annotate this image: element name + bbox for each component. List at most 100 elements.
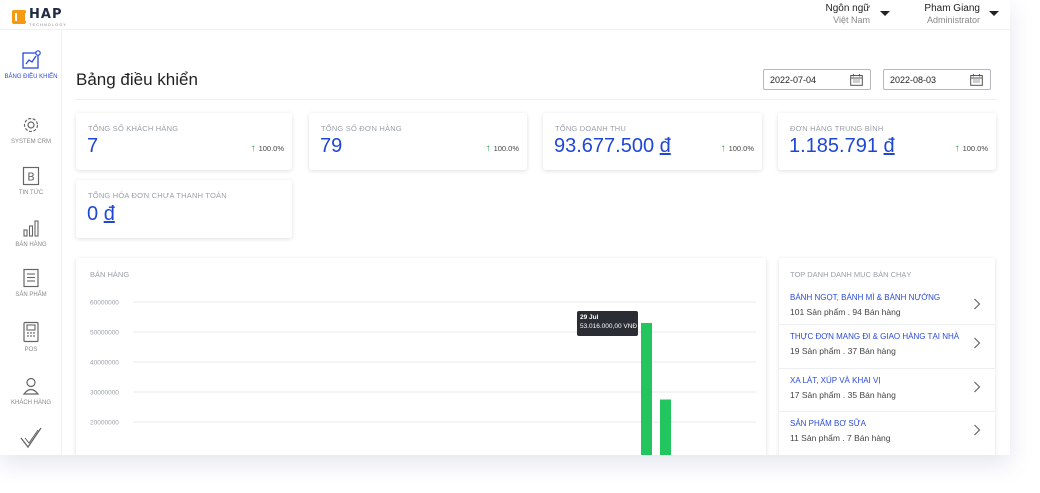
- tooltip-date: 29 Jul: [580, 314, 599, 321]
- sidebar-item-pos[interactable]: POS: [0, 321, 62, 354]
- category-name: BÁNH NGỌT, BÁNH MÌ & BÁNH NƯỚNG: [790, 293, 941, 302]
- stat-label: TỔNG SỐ KHÁCH HÀNG: [88, 124, 179, 133]
- stat-value: 79: [320, 135, 343, 157]
- gear-icon: [23, 117, 39, 133]
- y-tick-label: 60000000: [90, 300, 119, 307]
- top-categories-title: TOP DANH DANH MỤC BÁN CHẠY: [790, 270, 912, 279]
- category-name: THỰC ĐƠN MANG ĐI & GIAO HÀNG TẠI NHÀ: [790, 332, 960, 341]
- stat-trend: ↑ 100.0%: [720, 143, 754, 154]
- chart-bar[interactable]: [660, 399, 671, 456]
- arrow-up-icon: ↑: [720, 143, 726, 154]
- logo[interactable]: HAP TECHNOLOGY: [12, 6, 67, 27]
- chevron-down-icon[interactable]: [880, 11, 890, 16]
- stat-value: 7: [87, 135, 99, 157]
- category-item[interactable]: THỰC ĐƠN MANG ĐI & GIAO HÀNG TẠI NHÀ 19 …: [779, 324, 995, 367]
- date-to-picker[interactable]: 2022-08-03: [883, 69, 991, 90]
- category-meta: 19 Sản phẩm . 37 Bán hàng: [790, 346, 896, 356]
- language-selector[interactable]: Ngôn ngữ Việt Nam: [815, 3, 870, 25]
- category-item[interactable]: SẢN PHẨM BƠ SỮA 11 Sản phẩm . 7 Bán hàng: [779, 411, 995, 454]
- user-role: Administrator: [926, 15, 980, 25]
- stat-card-revenue[interactable]: TỔNG DOANH THU 93.677.500 đ ↑ 100.0%: [543, 113, 762, 170]
- sidebar-label: SYSTEM CRM: [10, 139, 51, 145]
- stat-label: TỔNG SỐ ĐƠN HÀNG: [321, 124, 402, 133]
- sidebar: BẢNG ĐIỀU KHIỂN SYSTEM CRM B TIN TỨC BÁN…: [0, 30, 62, 455]
- checkmark-icon: [20, 427, 42, 449]
- stat-label: TỔNG HÓA ĐƠN CHƯA THANH TOÁN: [88, 191, 227, 200]
- chevron-down-icon[interactable]: [989, 11, 999, 16]
- currency-symbol: đ: [659, 135, 671, 157]
- sidebar-label: POS: [24, 347, 38, 353]
- sidebar-item-approval[interactable]: [0, 426, 62, 450]
- user-name: Pham Giang: [924, 3, 980, 14]
- stat-card-average-order[interactable]: ĐƠN HÀNG TRUNG BÌNH 1.185.791 đ ↑ 100.0%: [778, 113, 996, 170]
- sidebar-item-crm[interactable]: SYSTEM CRM: [0, 115, 62, 146]
- y-tick-label: 50000000: [90, 330, 119, 337]
- logo-icon: [12, 9, 27, 24]
- sales-chart-card: BÁN HÀNG 20000000 30000000 40000000 5000000…: [76, 258, 766, 455]
- stat-card-customers[interactable]: TỔNG SỐ KHÁCH HÀNG 7 ↑ 100.0%: [76, 113, 292, 170]
- stat-value: 0 đ: [87, 203, 115, 225]
- svg-text:B: B: [27, 171, 35, 184]
- chart-tooltip: 29 Jul 53.016.000,00 VNĐ: [577, 311, 638, 336]
- category-meta: 17 Sản phẩm . 35 Bán hàng: [790, 390, 896, 400]
- language-label: Ngôn ngữ: [825, 3, 870, 14]
- category-name: SẢN PHẨM BƠ SỮA: [790, 419, 866, 428]
- currency-symbol: đ: [883, 135, 895, 157]
- category-meta: 11 Sản phẩm . 7 Bán hàng: [790, 433, 891, 443]
- app-window: HAP TECHNOLOGY Ngôn ngữ Việt Nam Pham Gi…: [0, 0, 1010, 455]
- category-item[interactable]: XA LÁT, XÚP VÀ KHAI VỊ 17 Sản phẩm . 35 …: [779, 368, 995, 411]
- chevron-right-icon[interactable]: [973, 381, 981, 393]
- user-menu[interactable]: Pham Giang Administrator: [910, 3, 980, 25]
- date-from-picker[interactable]: 2022-07-04: [763, 69, 871, 90]
- sidebar-label: SẢN PHẨM: [15, 292, 47, 298]
- y-tick-label: 20000000: [90, 420, 119, 427]
- stat-label: TỔNG DOANH THU: [555, 124, 626, 133]
- chevron-right-icon[interactable]: [973, 298, 981, 310]
- user-icon: [22, 377, 40, 395]
- y-tick-label: 30000000: [90, 390, 119, 397]
- sidebar-item-customers[interactable]: KHÁCH HÀNG: [0, 376, 62, 407]
- dashboard-chart-icon: [22, 50, 41, 69]
- arrow-up-icon: ↑: [250, 143, 256, 154]
- stat-trend: ↑ 100.0%: [485, 143, 519, 154]
- top-categories-card: TOP DANH DANH MỤC BÁN CHẠY BÁNH NGỌT, BÁ…: [779, 258, 995, 455]
- sidebar-item-products[interactable]: SẢN PHẨM: [0, 268, 62, 299]
- arrow-up-icon: ↑: [954, 143, 960, 154]
- logo-subtitle: TECHNOLOGY: [29, 22, 68, 27]
- sidebar-item-dashboard[interactable]: BẢNG ĐIỀU KHIỂN: [0, 50, 62, 81]
- sales-chart: 20000000 30000000 40000000 50000000 60000000: [90, 300, 756, 456]
- date-to-value: 2022-08-03: [890, 75, 937, 85]
- chevron-right-icon[interactable]: [973, 337, 981, 349]
- category-meta: 101 Sản phẩm . 94 Bán hàng: [790, 307, 901, 317]
- chevron-right-icon[interactable]: [973, 424, 981, 436]
- category-item[interactable]: BÁNH NGỌT, BÁNH MÌ & BÁNH NƯỚNG 101 Sản …: [779, 286, 995, 329]
- calendar-icon[interactable]: [850, 74, 863, 86]
- pos-terminal-icon: [23, 321, 39, 343]
- stat-value: 1.185.791 đ: [789, 135, 895, 157]
- stat-value: 93.677.500 đ: [554, 135, 671, 157]
- stat-trend: ↑ 100.0%: [250, 143, 284, 154]
- divider: [76, 99, 996, 100]
- category-name: XA LÁT, XÚP VÀ KHAI VỊ: [790, 376, 881, 385]
- calendar-icon[interactable]: [970, 74, 983, 86]
- stat-label: ĐƠN HÀNG TRUNG BÌNH: [790, 124, 884, 133]
- language-value: Việt Nam: [833, 15, 870, 25]
- bar-chart-icon: [23, 220, 39, 237]
- sidebar-label: KHÁCH HÀNG: [10, 400, 51, 406]
- currency-symbol: đ: [103, 203, 115, 225]
- sidebar-item-news[interactable]: B TIN TỨC: [0, 166, 62, 197]
- stat-card-unpaid-invoices[interactable]: TỔNG HÓA ĐƠN CHƯA THANH TOÁN 0 đ: [76, 180, 292, 238]
- sidebar-label: BẢNG ĐIỀU KHIỂN: [4, 74, 58, 80]
- y-tick-label: 40000000: [90, 360, 119, 367]
- logo-name: HAP: [29, 7, 63, 22]
- chart-bar[interactable]: [641, 322, 652, 455]
- news-b-icon: B: [22, 166, 40, 186]
- stat-trend: ↑ 100.0%: [954, 143, 988, 154]
- document-icon: [23, 268, 39, 288]
- tooltip-value: 53.016.000,00 VNĐ: [580, 323, 638, 330]
- sidebar-label: TIN TỨC: [18, 190, 44, 196]
- sidebar-item-sales[interactable]: BÁN HÀNG: [0, 218, 62, 249]
- arrow-up-icon: ↑: [485, 143, 491, 154]
- date-from-value: 2022-07-04: [770, 75, 817, 85]
- stat-card-orders[interactable]: TỔNG SỐ ĐƠN HÀNG 79 ↑ 100.0%: [309, 113, 527, 170]
